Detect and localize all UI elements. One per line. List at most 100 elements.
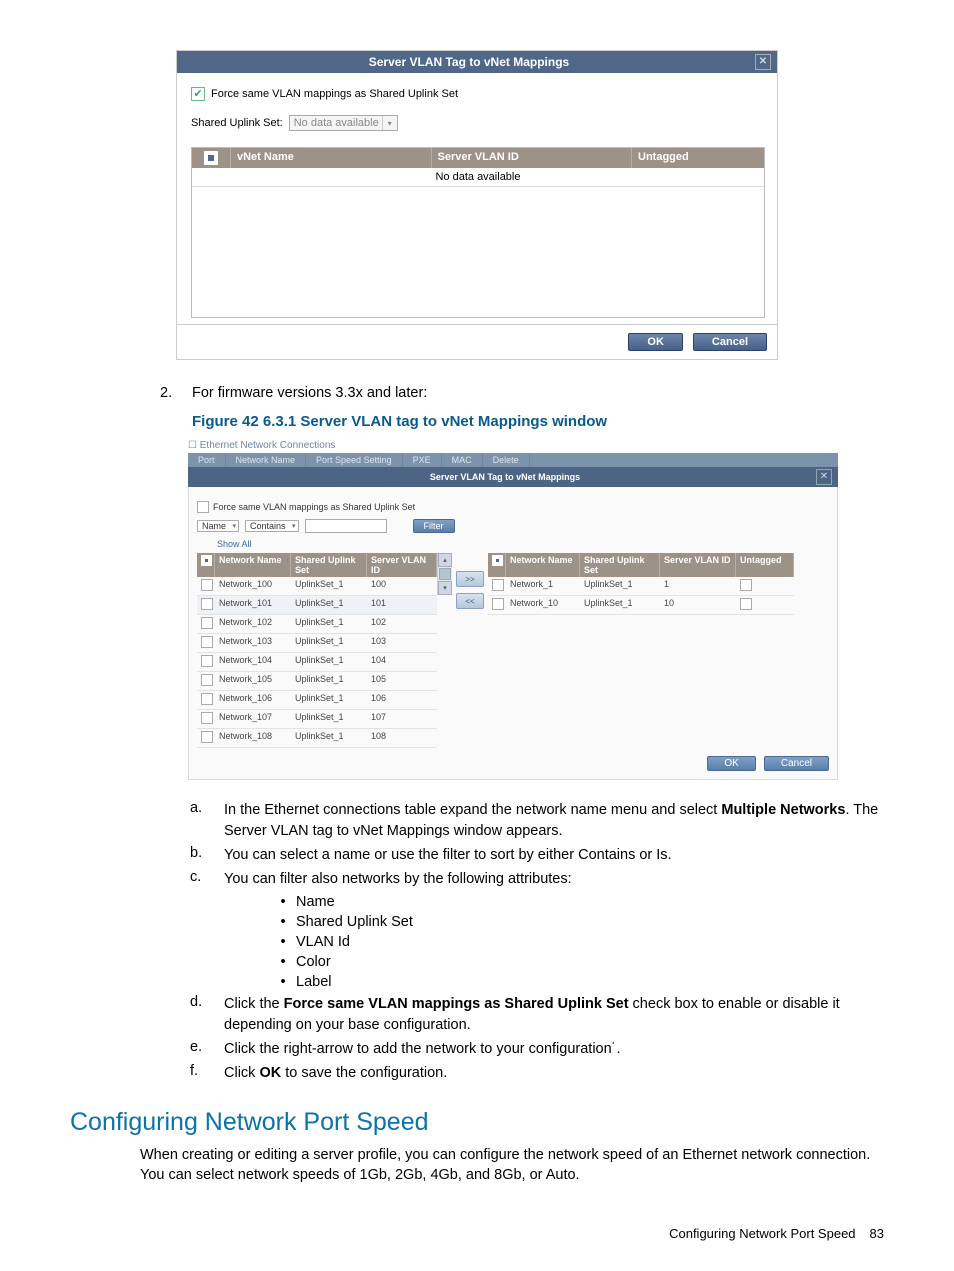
available-networks-grid: Network Name Shared Uplink Set Server VL…: [197, 553, 437, 748]
force-vlan-label: Force same VLAN mappings as Shared Uplin…: [213, 502, 415, 512]
cell-network-name: Network_104: [215, 653, 291, 671]
filter-input[interactable]: [305, 519, 387, 533]
move-right-button[interactable]: >>: [456, 571, 484, 587]
row-checkbox[interactable]: [201, 579, 213, 591]
row-checkbox[interactable]: [201, 636, 213, 648]
col-port: Port: [188, 453, 226, 467]
scroll-down-icon[interactable]: ▾: [438, 581, 452, 595]
col-untagged: Untagged: [632, 148, 764, 168]
row-checkbox[interactable]: [201, 655, 213, 667]
row-checkbox[interactable]: [201, 731, 213, 743]
show-all-link[interactable]: Show All: [217, 539, 252, 549]
col-untagged: Untagged: [736, 553, 794, 577]
chevron-down-icon: ▾: [382, 116, 397, 130]
cell-server-vlan-id: 108: [367, 729, 437, 747]
ok-button[interactable]: OK: [628, 333, 683, 351]
step-b-text: You can select a name or use the filter …: [224, 845, 884, 866]
bullet-text: VLAN Id: [296, 934, 884, 950]
table-row[interactable]: Network_101UplinkSet_1101: [197, 596, 437, 615]
table-row[interactable]: Network_100UplinkSet_1100: [197, 577, 437, 596]
cell-shared-uplink-set: UplinkSet_1: [291, 691, 367, 709]
table-row[interactable]: Network_105UplinkSet_1105: [197, 672, 437, 691]
col-network-name: Network Name: [506, 553, 580, 577]
footer-label: Configuring Network Port Speed: [669, 1226, 855, 1241]
table-row[interactable]: Network_10UplinkSet_110: [488, 596, 794, 615]
col-network-name: Network Name: [215, 553, 291, 577]
untagged-checkbox[interactable]: [740, 598, 752, 610]
select-all-checkbox[interactable]: [204, 151, 218, 165]
cell-untagged: [736, 577, 794, 595]
step-label: e.: [190, 1039, 224, 1060]
row-checkbox[interactable]: [201, 674, 213, 686]
cancel-button[interactable]: Cancel: [764, 756, 829, 771]
untagged-checkbox[interactable]: [740, 579, 752, 591]
row-checkbox[interactable]: [201, 598, 213, 610]
col-port-speed: Port Speed Setting: [306, 453, 403, 467]
ok-button[interactable]: OK: [707, 756, 755, 771]
dialog-titlebar: Server VLAN Tag to vNet Mappings ✕: [177, 51, 777, 73]
step-e-text: Click the right-arrow to add the network…: [224, 1039, 884, 1060]
cell-server-vlan-id: 100: [367, 577, 437, 595]
cell-untagged: [736, 596, 794, 614]
table-row[interactable]: Network_104UplinkSet_1104: [197, 653, 437, 672]
step-number: 2.: [160, 385, 192, 401]
col-delete: Delete: [483, 453, 530, 467]
col-vnet-name: vNet Name: [231, 148, 432, 168]
cell-server-vlan-id: 10: [660, 596, 736, 614]
table-row[interactable]: Network_102UplinkSet_1102: [197, 615, 437, 634]
scrollbar[interactable]: ▴ ▾: [437, 553, 452, 595]
table-row[interactable]: Network_103UplinkSet_1103: [197, 634, 437, 653]
section-heading: Configuring Network Port Speed: [70, 1108, 884, 1137]
step-f-text: Click OK to save the configuration.: [224, 1063, 884, 1084]
bullet-text: Shared Uplink Set: [296, 914, 884, 930]
bullet-icon: •: [270, 954, 296, 970]
vlan-dialog-populated: ☐ Ethernet Network Connections Port Netw…: [188, 440, 838, 780]
bullet-icon: •: [270, 914, 296, 930]
scroll-thumb[interactable]: [439, 568, 451, 580]
table-row[interactable]: Network_106UplinkSet_1106: [197, 691, 437, 710]
bullet-text: Label: [296, 974, 884, 990]
filter-op-select[interactable]: Contains▾: [245, 520, 299, 532]
select-all-checkbox[interactable]: [492, 555, 503, 566]
scroll-up-icon[interactable]: ▴: [438, 553, 452, 567]
cell-server-vlan-id: 103: [367, 634, 437, 652]
cell-network-name: Network_100: [215, 577, 291, 595]
cell-server-vlan-id: 104: [367, 653, 437, 671]
close-icon[interactable]: ✕: [755, 54, 771, 70]
cell-shared-uplink-set: UplinkSet_1: [580, 577, 660, 595]
col-shared-uplink-set: Shared Uplink Set: [291, 553, 367, 577]
select-all-checkbox[interactable]: [201, 555, 212, 566]
cell-server-vlan-id: 107: [367, 710, 437, 728]
cell-network-name: Network_10: [506, 596, 580, 614]
row-checkbox[interactable]: [201, 712, 213, 724]
cancel-button[interactable]: Cancel: [693, 333, 767, 351]
cell-shared-uplink-set: UplinkSet_1: [291, 596, 367, 614]
cell-network-name: Network_101: [215, 596, 291, 614]
close-icon[interactable]: ✕: [816, 469, 832, 485]
row-checkbox[interactable]: [492, 579, 504, 591]
move-left-button[interactable]: <<: [456, 593, 484, 609]
cell-shared-uplink-set: UplinkSet_1: [291, 577, 367, 595]
cell-shared-uplink-set: UplinkSet_1: [291, 729, 367, 747]
filter-button[interactable]: Filter: [413, 519, 455, 533]
cell-shared-uplink-set: UplinkSet_1: [580, 596, 660, 614]
row-checkbox[interactable]: [201, 617, 213, 629]
cell-network-name: Network_108: [215, 729, 291, 747]
shared-uplink-set-select[interactable]: No data available ▾: [289, 115, 398, 131]
cell-shared-uplink-set: UplinkSet_1: [291, 653, 367, 671]
filter-field-select[interactable]: Name▾: [197, 520, 239, 532]
step-a-text: In the Ethernet connections table expand…: [224, 800, 884, 842]
selected-networks-grid: Network Name Shared Uplink Set Server VL…: [488, 553, 794, 615]
row-checkbox[interactable]: [201, 693, 213, 705]
table-row[interactable]: Network_108UplinkSet_1108: [197, 729, 437, 748]
window-title: ☐ Ethernet Network Connections: [188, 440, 838, 451]
table-row[interactable]: Network_1UplinkSet_11: [488, 577, 794, 596]
row-checkbox[interactable]: [492, 598, 504, 610]
cell-network-name: Network_106: [215, 691, 291, 709]
force-vlan-checkbox[interactable]: ✔: [191, 87, 205, 101]
cell-shared-uplink-set: UplinkSet_1: [291, 710, 367, 728]
table-row[interactable]: Network_107UplinkSet_1107: [197, 710, 437, 729]
step-label: f.: [190, 1063, 224, 1084]
force-vlan-label: Force same VLAN mappings as Shared Uplin…: [211, 88, 458, 100]
force-vlan-checkbox[interactable]: [197, 501, 209, 513]
